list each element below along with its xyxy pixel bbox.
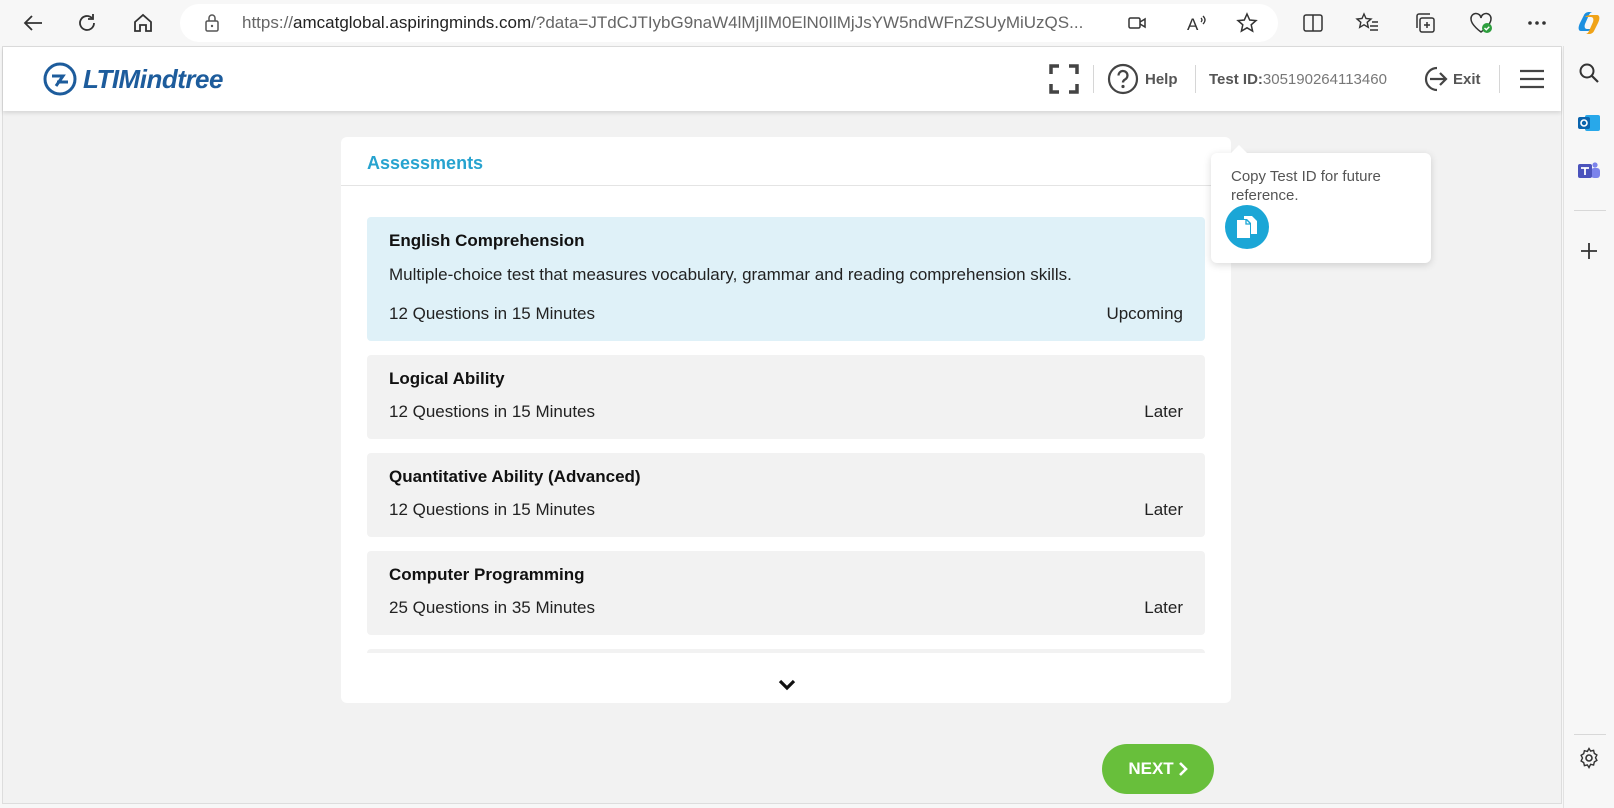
- assessment-status: Later: [1144, 598, 1183, 617]
- plus-icon[interactable]: [1576, 238, 1602, 264]
- assessment-meta: 12 Questions in 15 Minutes: [389, 500, 596, 519]
- web-page: LTIMindtree Help Test ID: 30519026411346…: [2, 46, 1562, 804]
- browser-toolbar: https://amcatglobal.aspiringminds.com/?d…: [0, 0, 1614, 46]
- assessment-status: Upcoming: [1106, 304, 1183, 323]
- favorites-list-icon[interactable]: [1352, 8, 1382, 38]
- assessment-name: Logical Ability: [389, 369, 505, 388]
- help-button[interactable]: Help: [1107, 63, 1178, 95]
- copy-icon: [1237, 216, 1257, 238]
- teams-icon[interactable]: [1576, 158, 1602, 184]
- assessment-meta: 12 Questions in 15 Minutes: [389, 304, 596, 323]
- ltimindtree-logo-icon: [43, 62, 77, 96]
- card-title: Assessments: [367, 153, 484, 173]
- assessment-meta: 25 Questions in 35 Minutes: [389, 598, 596, 617]
- assessment-meta: 12 Questions in 15 Minutes: [389, 402, 596, 421]
- test-id-value[interactable]: 305190264113460: [1263, 71, 1387, 88]
- browser-essentials-icon[interactable]: [1466, 8, 1496, 38]
- app-header: LTIMindtree Help Test ID: 30519026411346…: [3, 47, 1561, 111]
- header-divider: [1093, 65, 1094, 93]
- url-text: https://amcatglobal.aspiringminds.com/?d…: [242, 13, 1084, 32]
- assessment-item-quantitative-ability[interactable]: Quantitative Ability (Advanced) 12 Quest…: [367, 453, 1205, 537]
- logo-text: LTIMindtree: [83, 63, 223, 94]
- outlook-icon[interactable]: [1576, 110, 1602, 136]
- camera-icon[interactable]: [1122, 8, 1152, 38]
- assessment-description: Multiple-choice test that measures vocab…: [389, 265, 1072, 284]
- edge-sidebar: [1563, 46, 1614, 808]
- settings-gear-icon[interactable]: [1576, 745, 1602, 771]
- assessment-name: Quantitative Ability (Advanced): [389, 467, 641, 486]
- favorite-star-icon[interactable]: [1232, 8, 1262, 38]
- chevron-right-icon: [1178, 762, 1188, 776]
- test-id[interactable]: Test ID: 305190264113460: [1209, 63, 1387, 95]
- refresh-icon[interactable]: [72, 8, 102, 38]
- header-divider: [1195, 65, 1196, 93]
- exit-label: Exit: [1453, 70, 1481, 88]
- svg-text:A: A: [1187, 15, 1199, 33]
- hamburger-menu-icon[interactable]: [1519, 63, 1545, 95]
- chevron-down-icon[interactable]: [777, 677, 797, 693]
- help-icon: [1107, 63, 1139, 95]
- more-options-icon[interactable]: [1522, 8, 1552, 38]
- copy-button[interactable]: [1225, 205, 1269, 249]
- sidebar-divider: [1574, 210, 1606, 211]
- tooltip-arrow: [1231, 145, 1247, 153]
- next-button[interactable]: NEXT: [1102, 744, 1214, 794]
- search-icon[interactable]: [1576, 60, 1602, 86]
- assessment-item-english-comprehension[interactable]: English Comprehension Multiple-choice te…: [367, 217, 1205, 341]
- lock-icon[interactable]: [202, 13, 222, 33]
- read-aloud-icon[interactable]: A: [1182, 8, 1212, 38]
- assessments-card: Assessments English Comprehension Multip…: [341, 137, 1231, 703]
- ltimindtree-logo: LTIMindtree: [43, 57, 223, 101]
- assessment-item-computer-programming[interactable]: Computer Programming 25 Questions in 35 …: [367, 551, 1205, 635]
- exit-button[interactable]: Exit: [1419, 63, 1481, 95]
- collections-icon[interactable]: [1410, 8, 1440, 38]
- assessment-name: Computer Programming: [389, 565, 585, 584]
- fullscreen-icon[interactable]: [1049, 63, 1079, 95]
- help-label: Help: [1145, 70, 1178, 88]
- exit-icon: [1424, 66, 1448, 92]
- assessment-item-partial[interactable]: [367, 649, 1205, 653]
- address-bar[interactable]: https://amcatglobal.aspiringminds.com/?d…: [180, 4, 1278, 42]
- copilot-icon[interactable]: [1574, 8, 1604, 38]
- split-screen-icon[interactable]: [1298, 8, 1328, 38]
- assessment-name: English Comprehension: [389, 231, 585, 250]
- next-label: NEXT: [1128, 759, 1174, 778]
- assessment-status: Later: [1144, 402, 1183, 421]
- header-divider: [1499, 65, 1500, 93]
- copy-test-id-tooltip: Copy Test ID for future reference.: [1211, 145, 1431, 263]
- assessment-item-logical-ability[interactable]: Logical Ability 12 Questions in 15 Minut…: [367, 355, 1205, 439]
- back-arrow-icon[interactable]: [18, 8, 48, 38]
- assessment-status: Later: [1144, 500, 1183, 519]
- test-id-label: Test ID:: [1209, 70, 1263, 88]
- card-divider: [341, 185, 1231, 186]
- home-icon[interactable]: [128, 8, 158, 38]
- sidebar-divider: [1574, 734, 1606, 735]
- assessment-list[interactable]: English Comprehension Multiple-choice te…: [367, 217, 1205, 653]
- tooltip-text: Copy Test ID for future reference.: [1231, 168, 1381, 204]
